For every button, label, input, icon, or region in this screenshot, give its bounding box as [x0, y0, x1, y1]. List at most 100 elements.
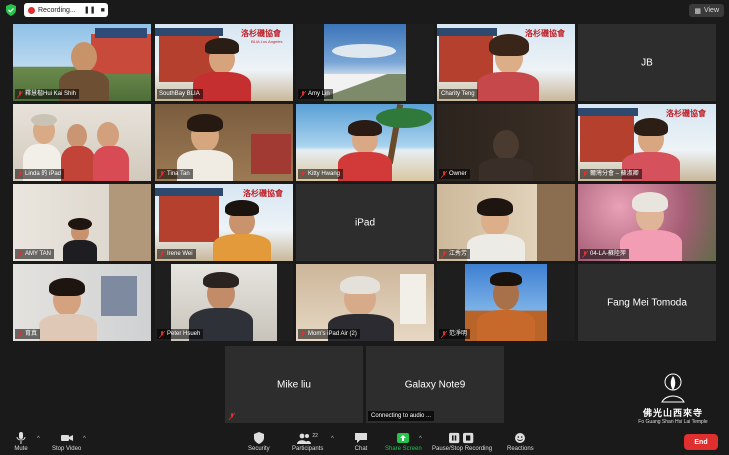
recording-indicator: Recording... ❚❚ ■ [24, 3, 108, 17]
participant-name-label: 育真 [15, 329, 41, 339]
buddha-logo-icon [661, 373, 685, 403]
participant-name: iPad [354, 217, 375, 228]
participants-count: 22 [312, 433, 318, 439]
microphone-icon [16, 432, 26, 444]
participant-name: Galaxy Note9 [404, 379, 466, 390]
share-options-chevron-icon[interactable]: ^ [419, 436, 422, 442]
participant-name-label [227, 411, 238, 421]
video-tile[interactable]: 江秀芳 [437, 184, 575, 261]
video-tile[interactable]: JB [578, 24, 716, 101]
video-tile[interactable]: Kitty Hwang [296, 104, 434, 181]
video-tile[interactable]: 洛杉磯協會 Irene Wei [155, 184, 293, 261]
participant-name-label: Irene Wei [157, 249, 196, 259]
top-bar: Recording... ❚❚ ■ ▦ View [0, 0, 729, 20]
mic-muted-icon [17, 250, 23, 258]
mic-muted-icon [441, 330, 447, 338]
pause-icon [449, 432, 460, 444]
mic-muted-icon [17, 170, 23, 178]
mic-muted-icon [229, 412, 235, 420]
video-tile[interactable]: Owner [437, 104, 575, 181]
share-screen-icon [397, 433, 410, 443]
share-screen-button[interactable]: Share Screen [385, 432, 422, 452]
participant-name-label: 江秀芳 [439, 249, 471, 259]
video-tile[interactable]: Peter Hsueh [155, 264, 293, 341]
shield-icon [253, 432, 264, 444]
reactions-button[interactable]: Reactions [507, 432, 534, 452]
view-label: View [703, 7, 719, 14]
participant-name-label: Kitty Hwang [298, 169, 344, 179]
banner-org-en: BLIA Los Angeles [251, 39, 283, 44]
temple-logo: 佛光山西來寺 Fo Guang Shan Hsi Lai Temple [628, 372, 718, 428]
pause-stop-recording-button[interactable]: Pause/Stop Recording [432, 432, 492, 452]
chat-bubble-icon [355, 433, 367, 443]
security-button[interactable]: Security [248, 432, 270, 452]
mute-button[interactable]: Mute [14, 432, 28, 452]
mic-muted-icon [441, 170, 447, 178]
video-tile[interactable]: Galaxy Note9 Connecting to audio ... [366, 346, 504, 423]
participant-name: JB [641, 57, 653, 68]
participant-name-label: 04-LA-蘇陸萍 [580, 249, 630, 259]
video-tile[interactable]: 釋慧楷Hui Kai Shih [13, 24, 151, 101]
mic-muted-icon [159, 330, 165, 338]
video-tile[interactable]: AMY TAN [13, 184, 151, 261]
pause-recording-icon[interactable]: ❚❚ [84, 5, 96, 15]
view-button[interactable]: ▦ View [689, 4, 724, 17]
video-tile[interactable]: Amy Lin [296, 24, 434, 101]
video-tile[interactable]: 洛杉磯協會 BLIA Los Angeles SouthBay BLIA [155, 24, 293, 101]
participant-name-label: AMY TAN [15, 249, 55, 259]
video-tile[interactable]: Mom's iPad Air (2) [296, 264, 434, 341]
participant-name-label: SouthBay BLIA [157, 89, 203, 99]
video-tile[interactable]: Linda 的 iPad [13, 104, 151, 181]
participant-name-label: Tina Tan [157, 169, 193, 179]
chat-button[interactable]: Chat [354, 432, 368, 452]
participant-name-label: 范淨明 [439, 329, 471, 339]
mic-muted-icon [300, 170, 306, 178]
participant-name-label: Amy Lin [298, 89, 333, 99]
mic-muted-icon [582, 170, 588, 178]
connecting-audio-status: Connecting to audio ... [368, 411, 435, 421]
participant-name: Fang Mei Tomoda [607, 297, 687, 308]
mic-muted-icon [159, 250, 165, 258]
smiley-icon [515, 433, 526, 443]
participant-name-label: Linda 的 iPad [15, 169, 65, 179]
participant-name-label: Peter Hsueh [157, 329, 204, 339]
mic-muted-icon [17, 330, 23, 338]
video-tile[interactable]: 洛杉磯協會 爾灣分會 – 蘇淑卿 [578, 104, 716, 181]
temple-name-en: Fo Guang Shan Hsi Lai Temple [638, 419, 708, 425]
banner-org-cn: 洛杉磯協會 [241, 29, 281, 38]
meeting-toolbar: Mute ^ Stop Video ^ Security 22 Particip… [0, 429, 729, 455]
temple-name-cn: 佛光山西來寺 [642, 408, 703, 418]
video-tile[interactable]: 04-LA-蘇陸萍 [578, 184, 716, 261]
mic-muted-icon [300, 90, 306, 98]
video-tile[interactable]: iPad [296, 184, 434, 261]
video-tile[interactable]: 范淨明 [437, 264, 575, 341]
video-tile[interactable]: Tina Tan [155, 104, 293, 181]
mic-muted-icon [300, 330, 306, 338]
mic-muted-icon [582, 250, 588, 258]
banner-org-cn: 洛杉磯協會 [243, 189, 283, 198]
shield-icon[interactable] [6, 4, 16, 16]
participant-name-label: Mom's iPad Air (2) [298, 329, 360, 339]
mic-muted-icon [441, 250, 447, 258]
video-options-chevron-icon[interactable]: ^ [83, 436, 86, 442]
stop-icon [463, 432, 474, 444]
video-tile[interactable]: 育真 [13, 264, 151, 341]
participants-button[interactable]: 22 Participants [292, 432, 323, 452]
audio-options-chevron-icon[interactable]: ^ [37, 436, 40, 442]
stop-recording-icon[interactable]: ■ [98, 5, 108, 15]
participant-name: Mike liu [277, 379, 311, 390]
video-tile[interactable]: 洛杉磯協會 Charity Teng [437, 24, 575, 101]
mic-muted-icon [17, 90, 23, 98]
banner-org-cn: 洛杉磯協會 [666, 109, 706, 118]
participants-chevron-icon[interactable]: ^ [331, 436, 334, 442]
participant-name-label: Owner [439, 169, 470, 179]
end-meeting-button[interactable]: End [684, 434, 718, 450]
video-camera-icon [60, 435, 73, 441]
participant-name-label: 爾灣分會 – 蘇淑卿 [580, 169, 642, 179]
video-tile[interactable]: Mike liu [225, 346, 363, 423]
video-tile[interactable]: Fang Mei Tomoda [578, 264, 716, 341]
participant-name-label: 釋慧楷Hui Kai Shih [15, 89, 80, 99]
stop-video-button[interactable]: Stop Video [52, 432, 81, 452]
participant-name-label: Charity Teng [439, 89, 478, 99]
grid-icon: ▦ [694, 7, 701, 15]
